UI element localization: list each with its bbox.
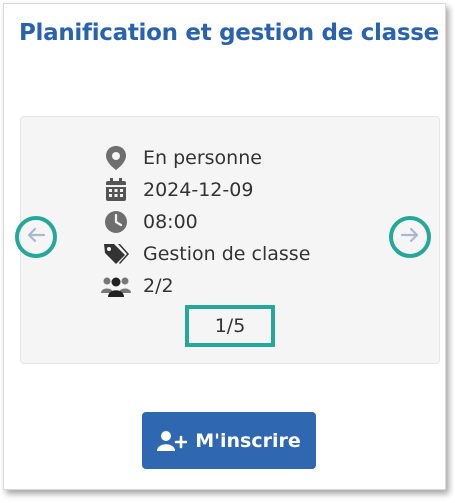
session-mode: En personne (143, 147, 262, 169)
tag-icon (101, 239, 131, 269)
session-date-row: 2024-12-09 (101, 175, 253, 205)
session-time: 08:00 (143, 211, 198, 233)
session-time-row: 08:00 (101, 207, 198, 237)
clock-icon (101, 207, 131, 237)
session-capacity: 2/2 (143, 275, 174, 297)
arrow-right-icon (400, 227, 420, 248)
session-date: 2024-12-09 (143, 179, 254, 201)
arrow-left-icon (26, 227, 46, 248)
session-card: Planification et gestion de classe En pe… (3, 3, 446, 490)
session-mode-row: En personne (101, 143, 262, 173)
next-button[interactable] (389, 216, 431, 258)
session-category: Gestion de classe (143, 243, 311, 265)
map-marker-icon (101, 143, 131, 173)
users-icon (101, 271, 131, 301)
calendar-icon (101, 175, 131, 205)
session-capacity-row: 2/2 (101, 271, 174, 301)
page-title: Planification et gestion de classe (19, 20, 439, 46)
register-label: M'inscrire (195, 429, 301, 452)
pagination-indicator: 1/5 (185, 305, 275, 347)
user-plus-icon (157, 430, 188, 452)
register-button[interactable]: M'inscrire (142, 412, 316, 469)
session-category-row: Gestion de classe (101, 239, 310, 269)
prev-button[interactable] (15, 216, 57, 258)
